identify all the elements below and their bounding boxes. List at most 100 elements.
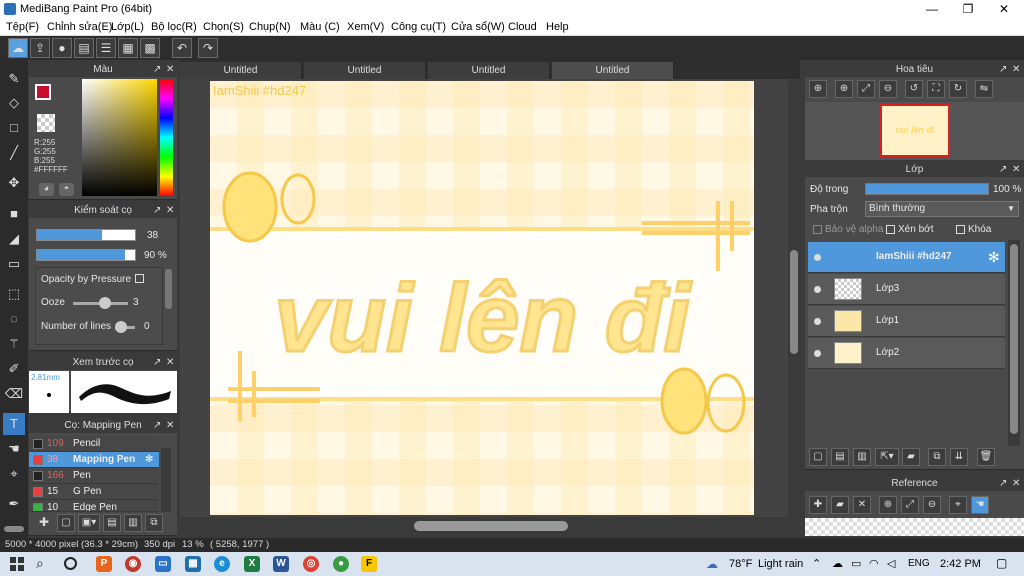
battery-icon[interactable]: ▭ [851, 557, 861, 570]
brush-list-scrollbar[interactable] [161, 448, 171, 512]
text-tool-icon[interactable]: T [3, 413, 25, 435]
new-layer-2-icon[interactable]: ▤ [831, 448, 849, 466]
wifi-icon[interactable]: ◠ [869, 557, 879, 570]
close-icon[interactable]: ✕ [166, 62, 174, 77]
hand-icon[interactable]: ☚ [971, 496, 989, 514]
flip-icon[interactable]: ⇋ [975, 80, 993, 98]
brush-settings-scrollbar[interactable] [165, 269, 172, 309]
menu-select[interactable]: Chọn(S) [203, 21, 244, 33]
ooze-slider-knob[interactable] [99, 297, 111, 309]
hand-tool-icon[interactable]: ☚ [3, 438, 25, 460]
zoom-out-icon[interactable]: ⊖ [923, 496, 941, 514]
menu-tools[interactable]: Công cụ(T) [391, 21, 446, 33]
panels-icon[interactable]: ▦ [118, 38, 138, 58]
layer-opacity-slider[interactable] [865, 183, 989, 195]
search-icon[interactable]: ⌕ [36, 555, 44, 572]
close-icon[interactable]: ✕ [166, 418, 174, 433]
float-icon[interactable]: ↗ [153, 355, 161, 370]
medibang-icon[interactable]: ● [333, 556, 349, 572]
fullscreen-icon[interactable]: ⛶ [927, 80, 945, 98]
brush-item-pen[interactable]: 166 Pen [29, 468, 159, 484]
magic-wand-icon[interactable]: ⚚ [3, 333, 25, 355]
close-button[interactable]: ✕ [986, 1, 1022, 17]
merge-layer-icon[interactable]: ⇊ [950, 448, 968, 466]
float-icon[interactable]: ↗ [153, 203, 161, 218]
lasso-tool-icon[interactable]: ◌ [3, 308, 25, 330]
redo-icon[interactable]: ↷ [198, 38, 218, 58]
media-app-icon[interactable]: ◉ [125, 556, 141, 572]
brush-copy-icon[interactable]: ▥ [124, 514, 142, 532]
eye-icon[interactable] [814, 286, 821, 293]
files-icon[interactable]: ▦ [185, 556, 201, 572]
select-pen-icon[interactable]: ✐ [3, 358, 25, 380]
lock-checkbox[interactable] [956, 225, 965, 234]
drawing-canvas[interactable]: vui lên đi IamShiii #hd247 [210, 81, 754, 515]
select-eraser-icon[interactable]: ⌫ [3, 383, 25, 405]
new-layer-icon[interactable]: ▢ [809, 448, 827, 466]
rotate-left-icon[interactable]: ↺ [905, 80, 923, 98]
tab-untitled-4[interactable]: Untitled [552, 62, 674, 79]
volume-icon[interactable]: ◁ [887, 557, 895, 570]
undo-icon[interactable]: ↶ [172, 38, 192, 58]
layer-item-watermark[interactable]: IamShiii #hd247 ✻ [808, 242, 1005, 273]
list-icon[interactable]: ☰ [96, 38, 116, 58]
eye-icon[interactable] [814, 254, 821, 261]
brush-item-g-pen[interactable]: 15 G Pen [29, 484, 159, 500]
clock-time[interactable]: 2:42 PM [940, 558, 981, 570]
menu-help[interactable]: Help [546, 21, 569, 33]
eye-icon[interactable] [814, 350, 821, 357]
chrome-icon[interactable]: ◎ [303, 556, 319, 572]
layer-item-lop2[interactable]: Lớp2 [808, 338, 1005, 369]
task-view-icon[interactable] [64, 557, 77, 570]
saturation-value-picker[interactable] [82, 79, 157, 196]
clip-checkbox[interactable] [886, 225, 895, 234]
eraser-tool-icon[interactable]: ◇ [3, 92, 25, 114]
cloud-tray-icon[interactable]: ☁ [832, 557, 843, 570]
zoom-out-icon[interactable]: ⊖ [879, 80, 897, 98]
upload-icon[interactable]: ⇪ [30, 38, 50, 58]
brush-settings-icon[interactable]: ▤ [103, 514, 121, 532]
eye-icon[interactable] [814, 318, 821, 325]
brush-tool-icon[interactable]: ✎ [3, 68, 25, 90]
notification-icon[interactable]: ▢ [996, 556, 1007, 570]
gear-icon[interactable]: ✻ [145, 452, 153, 468]
menu-window[interactable]: Cửa sổ(W) [451, 21, 505, 33]
layer-copy-icon[interactable]: ▥ [853, 448, 871, 466]
menu-file[interactable]: Tệp(F) [6, 21, 39, 33]
navigator-preview[interactable]: vui lên đi [805, 102, 1024, 160]
powerpoint-icon[interactable]: P [96, 556, 112, 572]
grid-icon[interactable]: ▩ [140, 38, 160, 58]
brush-item-mapping-pen[interactable]: 38 Mapping Pen ✻ [29, 452, 159, 468]
float-icon[interactable]: ↗ [153, 62, 161, 77]
chat-icon[interactable]: ● [52, 38, 72, 58]
close-icon[interactable]: ✕ [166, 355, 174, 370]
close-icon[interactable]: ✕ [166, 203, 174, 218]
layer-item-lop1[interactable]: Lớp1 [808, 306, 1005, 337]
line-tool-icon[interactable]: ╱ [3, 142, 25, 164]
cloud-icon[interactable]: ☁ [8, 38, 28, 58]
lines-slider-knob[interactable] [115, 321, 127, 333]
close-icon[interactable]: ✕ [1012, 162, 1020, 177]
minimize-button[interactable]: — [914, 1, 950, 17]
tab-untitled-2[interactable]: Untitled [304, 62, 426, 79]
move-tool-icon[interactable]: ✥ [3, 172, 25, 194]
float-icon[interactable]: ↗ [999, 162, 1007, 177]
maximize-button[interactable]: ❐ [950, 1, 986, 17]
fit-icon[interactable]: ⤢ [901, 496, 919, 514]
layer-menu-icon[interactable]: ⇱▾ [875, 448, 899, 466]
v-scroll-thumb[interactable] [790, 250, 798, 354]
brush-menu-icon[interactable]: ▣▾ [78, 514, 100, 532]
blend-mode-select[interactable]: Bình thường ▼ [865, 201, 1019, 217]
pen-tool-icon[interactable]: ✒ [3, 493, 25, 515]
brush-size-slider[interactable] [36, 229, 136, 241]
canvas-h-scrollbar[interactable] [182, 519, 787, 533]
layer-scroll-thumb[interactable] [1010, 244, 1018, 434]
float-icon[interactable]: ↗ [153, 418, 161, 433]
menu-color[interactable]: Màu (C) [300, 21, 340, 33]
menu-layer[interactable]: Lớp(L) [111, 21, 144, 33]
duplicate-layer-icon[interactable]: ⧉ [928, 448, 946, 466]
rotate-right-icon[interactable]: ↻ [949, 80, 967, 98]
add-reference-icon[interactable]: ✚ [809, 496, 827, 514]
monitor-icon[interactable]: ▭ [155, 556, 171, 572]
hue-slider[interactable] [160, 79, 173, 196]
